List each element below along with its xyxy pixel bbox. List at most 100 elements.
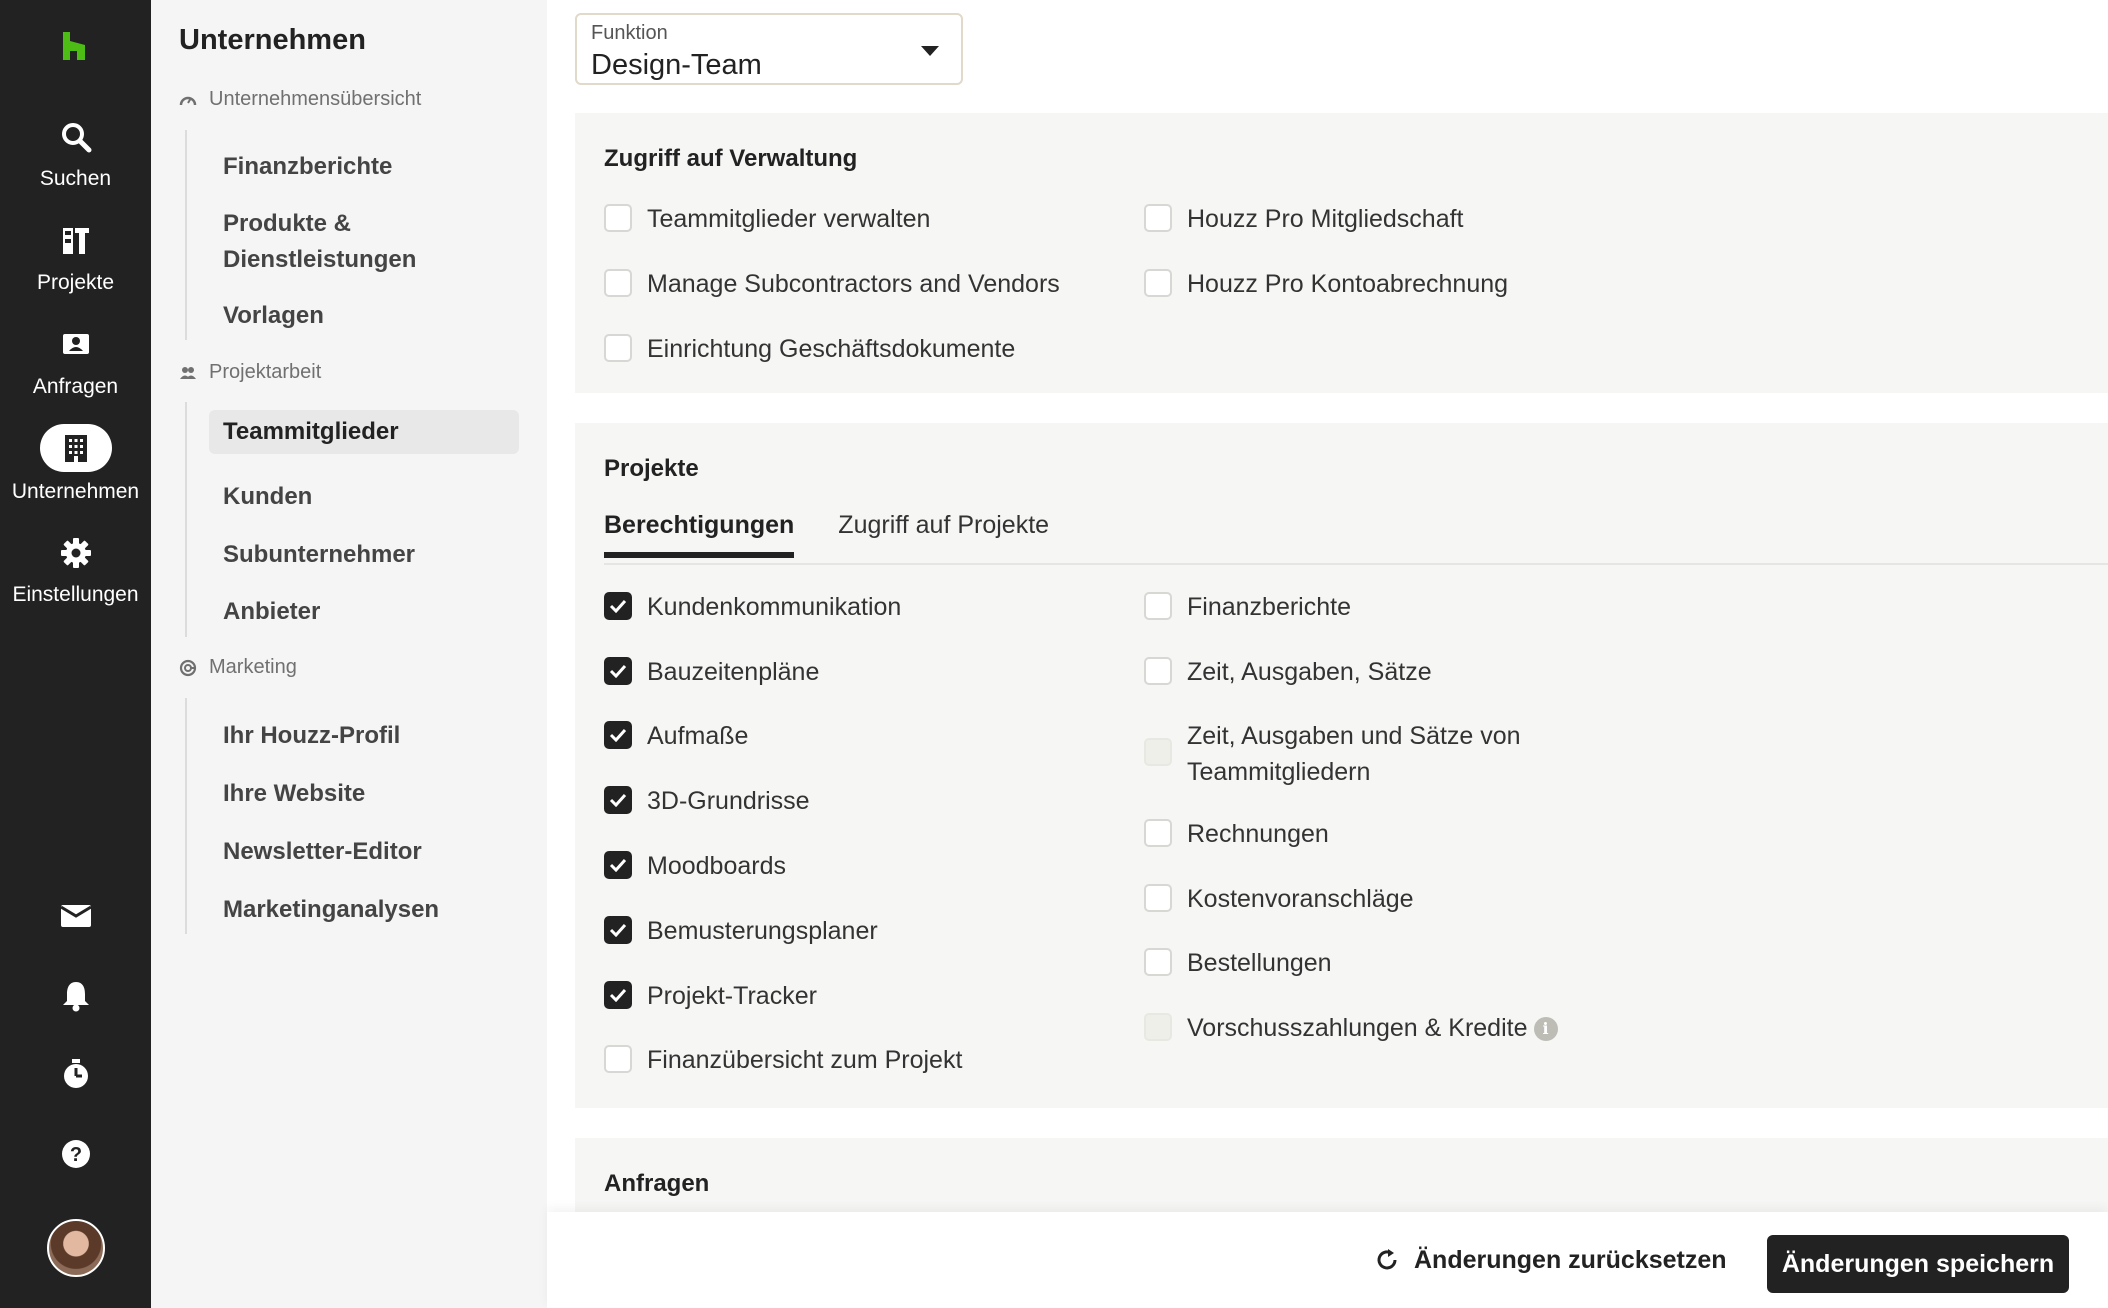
mail-button[interactable] [0,902,151,930]
section-heading-label: Marketing [209,656,297,678]
checkbox-time-expenses-rates[interactable]: Zeit, Ausgaben, Sätze [1144,654,1432,690]
rail-label: Suchen [39,167,112,190]
checkbox[interactable] [1144,204,1172,232]
checkbox-financial-reports[interactable]: Finanzberichte [1144,589,1351,625]
checkbox-label: Projekt-Tracker [647,982,817,1010]
checkbox-3d-floor-plans[interactable]: 3D-Grundrisse [604,783,810,819]
checkbox[interactable] [1144,592,1172,620]
save-changes-button[interactable]: Änderungen speichern [1767,1235,2069,1293]
timer-button[interactable] [0,1058,151,1090]
checkbox-invoices[interactable]: Rechnungen [1144,816,1329,852]
check-icon [609,664,627,678]
checkbox-moodboards[interactable]: Moodboards [604,848,786,884]
checkbox-purchase-orders[interactable]: Bestellungen [1144,945,1332,981]
rail-label: Projekte [36,271,115,294]
checkbox-client-communication[interactable]: Kundenkommunikation [604,589,901,625]
checkbox-team-time-expenses-rates[interactable]: Zeit, Ausgaben und Sätze von Teammitglie… [1144,718,1564,790]
gear-icon [0,531,151,575]
notifications-button[interactable] [0,980,151,1012]
subnav-item-vendors[interactable]: Anbieter [209,590,519,634]
tab-project-access[interactable]: Zugriff auf Projekte [838,511,1049,558]
rail-label: Einstellungen [12,583,139,606]
checkbox-project-financial-overview[interactable]: Finanzübersicht zum Projekt [604,1042,962,1078]
checkbox[interactable] [604,657,632,685]
user-avatar-button[interactable] [0,1219,151,1277]
checkbox[interactable] [604,204,632,232]
checkbox-label: Kostenvoranschläge [1187,885,1414,913]
subnav-item-subcontractors[interactable]: Subunternehmer [209,533,519,577]
checkbox[interactable] [604,916,632,944]
subnav-title: Unternehmen [179,24,366,56]
houzz-logo[interactable] [58,30,90,62]
action-bar: Änderungen zurücksetzen Änderungen speic… [547,1212,2108,1308]
subnav-item-houzz-profile[interactable]: Ihr Houzz-Profil [209,714,519,758]
checkbox-label: Bauzeitenpläne [647,658,820,686]
subnav-item-clients[interactable]: Kunden [209,475,519,519]
checkbox-houzz-pro-billing[interactable]: Houzz Pro Kontoabrechnung [1144,266,1508,302]
subnav-item-financial-reports[interactable]: Finanzberichte [209,145,519,189]
checkbox[interactable] [604,786,632,814]
checkbox-houzz-pro-membership[interactable]: Houzz Pro Mitgliedschaft [1144,201,1464,237]
subnav-item-marketing-analytics[interactable]: Marketinganalysen [209,888,519,932]
bell-icon [62,982,89,1012]
checkbox-label: Finanzübersicht zum Projekt [647,1046,963,1074]
help-button[interactable]: ? [0,1139,151,1169]
checkbox[interactable] [604,851,632,879]
checkbox-label: Vorschusszahlungen & Kredite i [1187,1010,1558,1046]
checkbox-project-tracker[interactable]: Projekt-Tracker [604,978,817,1014]
checkbox-label: Einrichtung Geschäftsdokumente [647,335,1016,363]
checkbox-selections-planner[interactable]: Bemusterungsplaner [604,913,878,949]
checkbox-manage-team-members[interactable]: Teammitglieder verwalten [604,201,930,237]
checkbox[interactable] [1144,738,1172,766]
role-select[interactable]: Funktion Design-Team [575,13,963,85]
checkbox[interactable] [604,981,632,1009]
checkbox[interactable] [604,1045,632,1073]
checkbox-label-text: Vorschusszahlungen & Kredite [1187,1014,1528,1042]
checkbox[interactable] [1144,657,1172,685]
reset-changes-button[interactable]: Änderungen zurücksetzen [1374,1234,1727,1286]
checkbox[interactable] [604,269,632,297]
info-icon[interactable]: i [1533,1017,1558,1042]
checkbox-label: Houzz Pro Kontoabrechnung [1187,270,1509,298]
checkbox-business-documents-setup[interactable]: Einrichtung Geschäftsdokumente [604,331,1015,367]
checkbox[interactable] [604,721,632,749]
checkbox-label: Rechnungen [1187,820,1329,848]
help-icon: ? [61,1140,90,1168]
checkbox[interactable] [1144,819,1172,847]
checkbox[interactable] [604,592,632,620]
subnav-item-templates[interactable]: Vorlagen [209,294,519,338]
subnav-item-website[interactable]: Ihre Website [209,772,519,816]
checkbox[interactable] [1144,269,1172,297]
rail-item-projects[interactable]: Projekte [0,219,151,295]
admin-access-title: Zugriff auf Verwaltung [604,145,858,172]
checkbox[interactable] [1144,1013,1172,1041]
checkbox-retainers-credits[interactable]: Vorschusszahlungen & Kredite i [1144,1010,1558,1046]
tab-permissions[interactable]: Berechtigungen [604,511,795,558]
subnav-item-products-services[interactable]: Produkte & Dienstleistungen [209,202,489,282]
company-subnav: Unternehmen Unternehmensübersicht Finanz… [151,0,547,1308]
refresh-icon [1377,1249,1397,1270]
checkbox-label: Houzz Pro Mitgliedschaft [1187,205,1464,233]
checkbox-measurements[interactable]: Aufmaße [604,718,748,754]
rail-item-search[interactable]: Suchen [0,115,151,191]
rail-item-inquiries[interactable]: Anfragen [0,323,151,399]
checkbox[interactable] [1144,948,1172,976]
tabs-divider [604,563,2108,565]
main-nav-rail: Suchen Projekte Anfragen Unternehmen Ein… [0,0,151,1308]
rail-item-company[interactable]: Unternehmen [0,424,151,504]
section-divider [185,130,187,340]
mail-icon [59,905,92,927]
checkbox-manage-subcontractors[interactable]: Manage Subcontractors and Vendors [604,266,1060,302]
checkbox-label: Zeit, Ausgaben, Sätze [1187,658,1432,686]
rail-item-settings[interactable]: Einstellungen [0,531,151,607]
company-icon [39,424,112,472]
checkbox-estimates[interactable]: Kostenvoranschläge [1144,881,1414,917]
projects-icon [0,219,151,263]
checkbox-schedules[interactable]: Bauzeitenpläne [604,654,819,690]
subnav-item-newsletter-editor[interactable]: Newsletter-Editor [209,830,519,874]
checkbox-label: Kundenkommunikation [647,593,902,621]
checkbox[interactable] [604,334,632,362]
subnav-item-team-members[interactable]: Teammitglieder [209,410,519,454]
check-icon [609,923,627,937]
checkbox[interactable] [1144,884,1172,912]
